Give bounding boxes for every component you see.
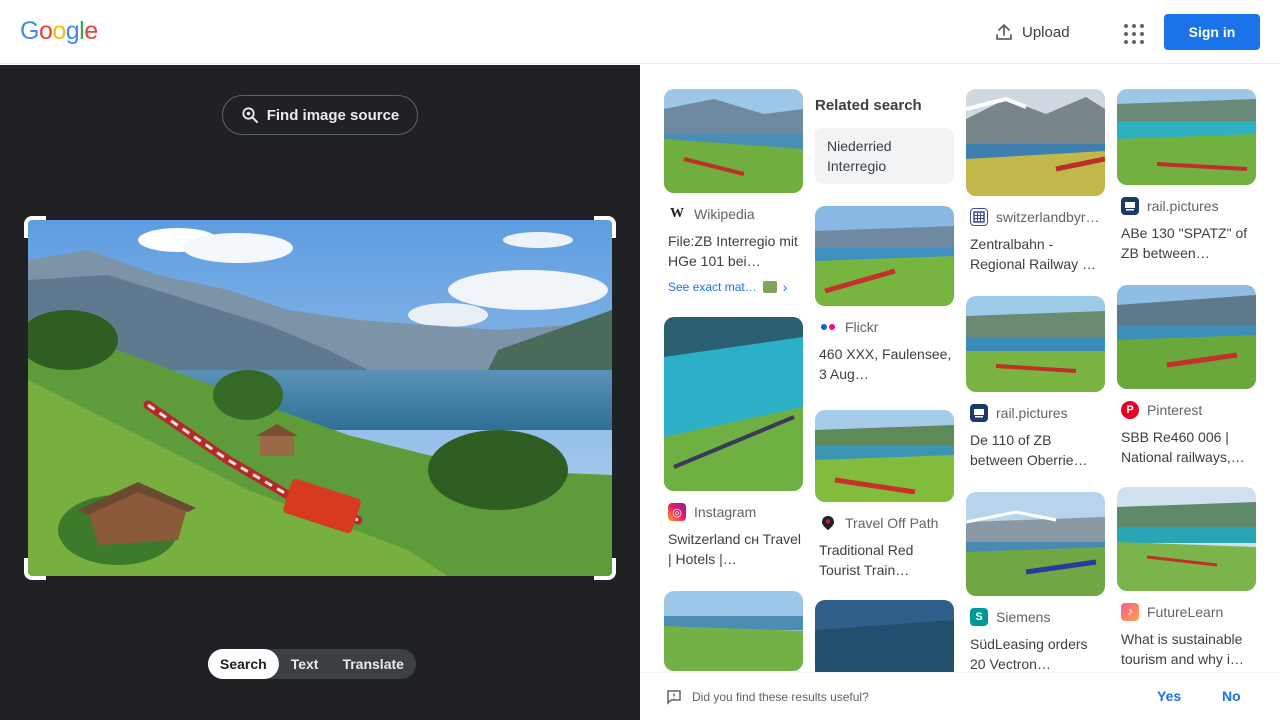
result-thumbnail[interactable] [815,600,954,672]
find-image-source-label: Find image source [266,106,400,124]
crop-handle-top-right[interactable] [594,216,616,238]
result-thumbnail[interactable] [966,492,1105,596]
instagram-icon: ◎ [668,503,686,521]
feedback-text: Did you find these results useful? [692,689,869,704]
result-title[interactable]: ABe 130 "SPATZ" of ZB between… [1117,223,1256,263]
result-thumbnail[interactable] [664,89,803,193]
upload-icon [996,24,1012,40]
source-name: Pinterest [1147,402,1203,418]
top-bar: Google Upload Sign in [0,0,1280,64]
results-column: rail.pictures ABe 130 "SPATZ" of ZB betw… [1117,89,1256,669]
source-name: Wikipedia [694,206,755,222]
futurelearn-icon: ♪ [1121,603,1139,621]
logo-letter: G [20,17,39,45]
source-name: switzerlandbyr… [996,209,1100,225]
result-source[interactable]: Flickr [815,318,954,336]
exact-match-thumb [762,281,777,293]
source-name: rail.pictures [996,405,1068,421]
feedback-no-button[interactable]: No [1222,688,1241,704]
logo-letter: g [65,17,80,45]
wikipedia-icon: W [670,206,684,221]
lens-search-icon [242,107,258,123]
logo-letter: e [84,17,98,45]
source-name: Siemens [996,609,1051,625]
feedback-bar: Did you find these results useful? Yes N… [640,672,1280,720]
image-preview-panel: Find image source Search Text Translate [0,65,640,720]
result-title[interactable]: Traditional Red Tourist Train… [815,540,954,580]
crop-handle-bottom-left[interactable] [24,558,46,580]
result-title[interactable]: 460 XXX, Faulensee, 3 Aug… [815,344,954,384]
result-source[interactable]: S Siemens [966,608,1105,626]
result-source[interactable]: ♪ FutureLearn [1117,603,1256,621]
flickr-icon [819,318,837,336]
result-source[interactable]: rail.pictures [1117,197,1256,215]
crop-handle-top-left[interactable] [24,216,46,238]
apps-grid-icon[interactable] [1116,16,1148,48]
source-name: FutureLearn [1147,604,1224,620]
crop-handle-bottom-right[interactable] [594,558,616,580]
results-column: Related search Niederried Interregio Fli… [815,89,954,672]
switzerlandbyrail-icon [970,208,988,226]
related-search-heading: Related search [815,97,922,114]
travel-off-path-icon [819,514,837,532]
logo-letter: o [52,17,66,45]
mode-search[interactable]: Search [208,649,279,679]
source-name: rail.pictures [1147,198,1219,214]
result-title[interactable]: What is sustainable tourism and why i… [1117,629,1256,669]
source-name: Flickr [845,319,879,335]
source-name: Instagram [694,504,757,520]
result-thumbnail[interactable] [664,591,803,671]
feedback-yes-button[interactable]: Yes [1157,688,1181,704]
query-image [28,220,612,576]
sign-in-button[interactable]: Sign in [1164,14,1260,50]
result-thumbnail[interactable] [966,296,1105,392]
search-mode-switcher: Search Text Translate [208,649,416,679]
result-source[interactable]: W Wikipedia [664,205,803,223]
result-thumbnail[interactable] [815,206,954,306]
result-source[interactable]: P Pinterest [1117,401,1256,419]
rail-pictures-icon [1121,197,1139,215]
source-name: Travel Off Path [845,515,939,531]
result-title[interactable]: De 110 of ZB between Oberrie… [966,430,1105,470]
result-source[interactable]: Travel Off Path [815,514,954,532]
image-crop-area[interactable] [24,216,616,580]
mode-translate[interactable]: Translate [330,649,415,679]
result-source[interactable]: switzerlandbyr… [966,208,1105,226]
result-title[interactable]: SüdLeasing orders 20 Vectron… [966,634,1105,672]
see-exact-label: See exact mat… [668,280,757,294]
siemens-icon: S [970,608,988,626]
results-column: W Wikipedia File:ZB Interregio mit HGe 1… [664,89,803,671]
feedback-icon [667,689,681,705]
result-thumbnail[interactable] [1117,89,1256,185]
see-exact-matches-link[interactable]: See exact mat… › [664,279,803,295]
results-column: switzerlandbyr… Zentralbahn - Regional R… [966,89,1105,672]
feedback-question: Did you find these results useful? [666,689,869,705]
upload-button[interactable]: Upload [986,14,1078,50]
result-title[interactable]: SBB Re460 006 | National railways,… [1117,427,1256,467]
result-thumbnail[interactable] [1117,487,1256,591]
google-logo[interactable]: Google [20,17,98,46]
pinterest-icon: P [1121,401,1139,419]
related-search-chip[interactable]: Niederried Interregio [815,128,954,184]
result-title[interactable]: File:ZB Interregio mit HGe 101 bei… [664,231,803,271]
result-thumbnail[interactable] [1117,285,1256,389]
chevron-right-icon: › [782,279,788,295]
result-source[interactable]: rail.pictures [966,404,1105,422]
result-thumbnail[interactable] [815,410,954,502]
mode-text[interactable]: Text [279,649,331,679]
result-title[interactable]: Switzerland ᴄʜ Travel | Hotels |… [664,529,803,569]
result-thumbnail[interactable] [664,317,803,491]
result-thumbnail[interactable] [966,89,1105,196]
rail-pictures-icon [970,404,988,422]
visual-matches-panel: W Wikipedia File:ZB Interregio mit HGe 1… [640,65,1280,672]
find-image-source-button[interactable]: Find image source [222,95,418,135]
upload-label: Upload [1022,23,1070,41]
result-source[interactable]: ◎ Instagram [664,503,803,521]
logo-letter: o [38,17,53,45]
result-title[interactable]: Zentralbahn - Regional Railway … [966,234,1105,274]
